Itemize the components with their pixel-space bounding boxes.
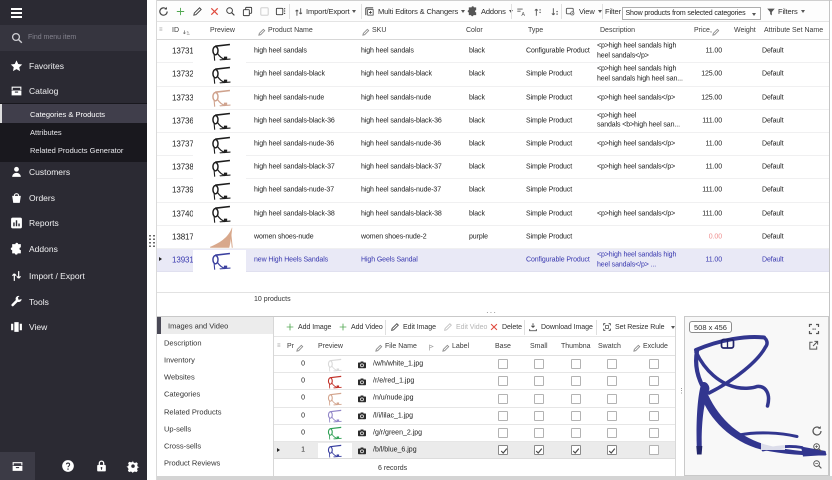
svg-text:A: A — [521, 11, 525, 16]
